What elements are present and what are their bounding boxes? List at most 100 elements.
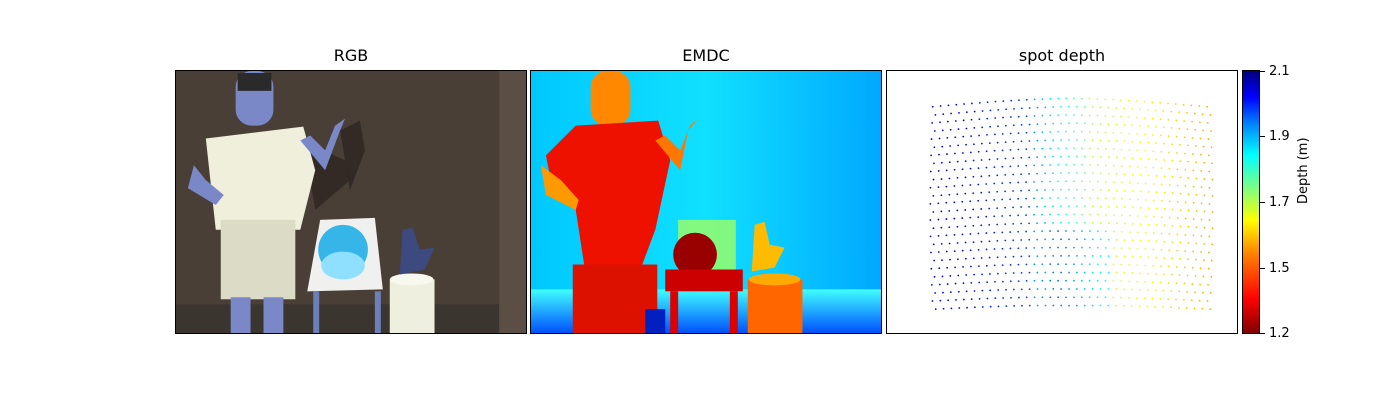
depth-spot [1020, 173, 1023, 176]
depth-spot [1193, 307, 1196, 310]
depth-spot [1065, 213, 1067, 216]
depth-spot [1028, 107, 1031, 109]
depth-spot [1187, 225, 1190, 228]
depth-spot [1203, 161, 1205, 164]
depth-spot [1183, 282, 1186, 285]
depth-spot [1052, 205, 1054, 208]
depth-spot [1060, 188, 1062, 191]
depth-spot [1025, 280, 1028, 282]
depth-spot [1147, 207, 1150, 210]
depth-spot [1017, 214, 1020, 217]
depth-spot [955, 103, 958, 106]
depth-spot [1065, 180, 1067, 183]
depth-spot [1099, 139, 1102, 142]
depth-spot [1115, 140, 1118, 142]
depth-spot [1107, 205, 1110, 208]
depth-spot [941, 259, 943, 262]
depth-spot [1083, 122, 1086, 125]
depth-spot [1168, 265, 1170, 268]
depth-spot [1174, 103, 1177, 105]
depth-spot [966, 306, 968, 309]
depth-spot [1151, 281, 1154, 284]
depth-spot [1025, 98, 1028, 101]
depth-spot [1091, 254, 1094, 257]
depth-spot [1001, 264, 1004, 267]
depth-spot [938, 153, 940, 156]
depth-spot [970, 265, 972, 268]
depth-spot [1120, 115, 1123, 118]
depth-spot [1159, 101, 1162, 104]
depth-spot [1009, 247, 1012, 250]
depth-spot [1159, 134, 1162, 137]
depth-spot [1036, 189, 1038, 191]
depth-spot [1041, 296, 1044, 299]
depth-spot [977, 232, 980, 235]
depth-spot [1202, 129, 1204, 132]
depth-spot [1080, 97, 1083, 100]
depth-spot [1065, 97, 1067, 100]
depth-spot [1104, 296, 1107, 299]
depth-spot [1179, 225, 1182, 228]
depth-spot [1202, 259, 1205, 262]
depth-spot [1091, 139, 1094, 142]
depth-spot [1001, 165, 1004, 168]
depth-spot [972, 208, 975, 211]
depth-spot [1060, 139, 1062, 141]
depth-spot [985, 183, 988, 185]
depth-spot [1160, 183, 1163, 186]
depth-spot [1012, 140, 1015, 143]
depth-spot [1202, 291, 1204, 294]
depth-spot [986, 117, 989, 120]
depth-spot [1044, 255, 1047, 257]
depth-spot [1167, 281, 1170, 284]
depth-spot [989, 273, 991, 275]
depth-spot [1147, 125, 1149, 128]
depth-spot [1025, 230, 1027, 233]
depth-spot [1091, 304, 1094, 307]
colorbar-tick [1260, 268, 1265, 269]
depth-spot [1208, 202, 1211, 205]
depth-spot [1155, 174, 1158, 177]
depth-spot [1186, 290, 1188, 293]
depth-spot [1068, 254, 1070, 257]
depth-spot [1104, 197, 1107, 200]
depth-spot [1091, 221, 1094, 224]
depth-spot [1020, 288, 1023, 291]
depth-spot [1211, 194, 1214, 197]
depth-spot [1191, 136, 1194, 139]
depth-spot [1192, 218, 1195, 220]
depth-spot [1185, 111, 1188, 114]
depth-spot [1092, 188, 1094, 191]
depth-spot [1138, 108, 1141, 111]
depth-spot [1076, 288, 1078, 290]
depth-spot [1068, 138, 1070, 141]
depth-spot [1099, 238, 1102, 241]
depth-spot [1060, 271, 1062, 274]
depth-spot [972, 224, 975, 227]
depth-spot [1041, 230, 1044, 233]
depth-spot [1131, 288, 1133, 291]
spot-depth-map [886, 70, 1238, 334]
depth-spot [1001, 182, 1004, 185]
depth-spot [1065, 230, 1067, 232]
depth-spot [1083, 105, 1086, 108]
depth-spot [1025, 164, 1028, 167]
depth-spot [1012, 190, 1014, 192]
depth-spot [1120, 181, 1123, 184]
depth-spot [940, 161, 943, 164]
depth-spot [1208, 219, 1211, 221]
depth-spot [1065, 130, 1067, 133]
depth-spot [1104, 131, 1107, 134]
depth-spot [1139, 190, 1142, 193]
depth-spot [1097, 180, 1099, 183]
depth-spot [1009, 264, 1012, 266]
depth-spot [1184, 152, 1186, 155]
depth-spot [1088, 180, 1091, 183]
depth-spot [1052, 155, 1054, 158]
depth-spot [929, 170, 932, 173]
depth-spot [1036, 106, 1039, 109]
depth-spot [964, 257, 967, 260]
depth-spot [1146, 305, 1149, 308]
depth-spot [1183, 120, 1185, 122]
depth-spot [1068, 288, 1070, 290]
